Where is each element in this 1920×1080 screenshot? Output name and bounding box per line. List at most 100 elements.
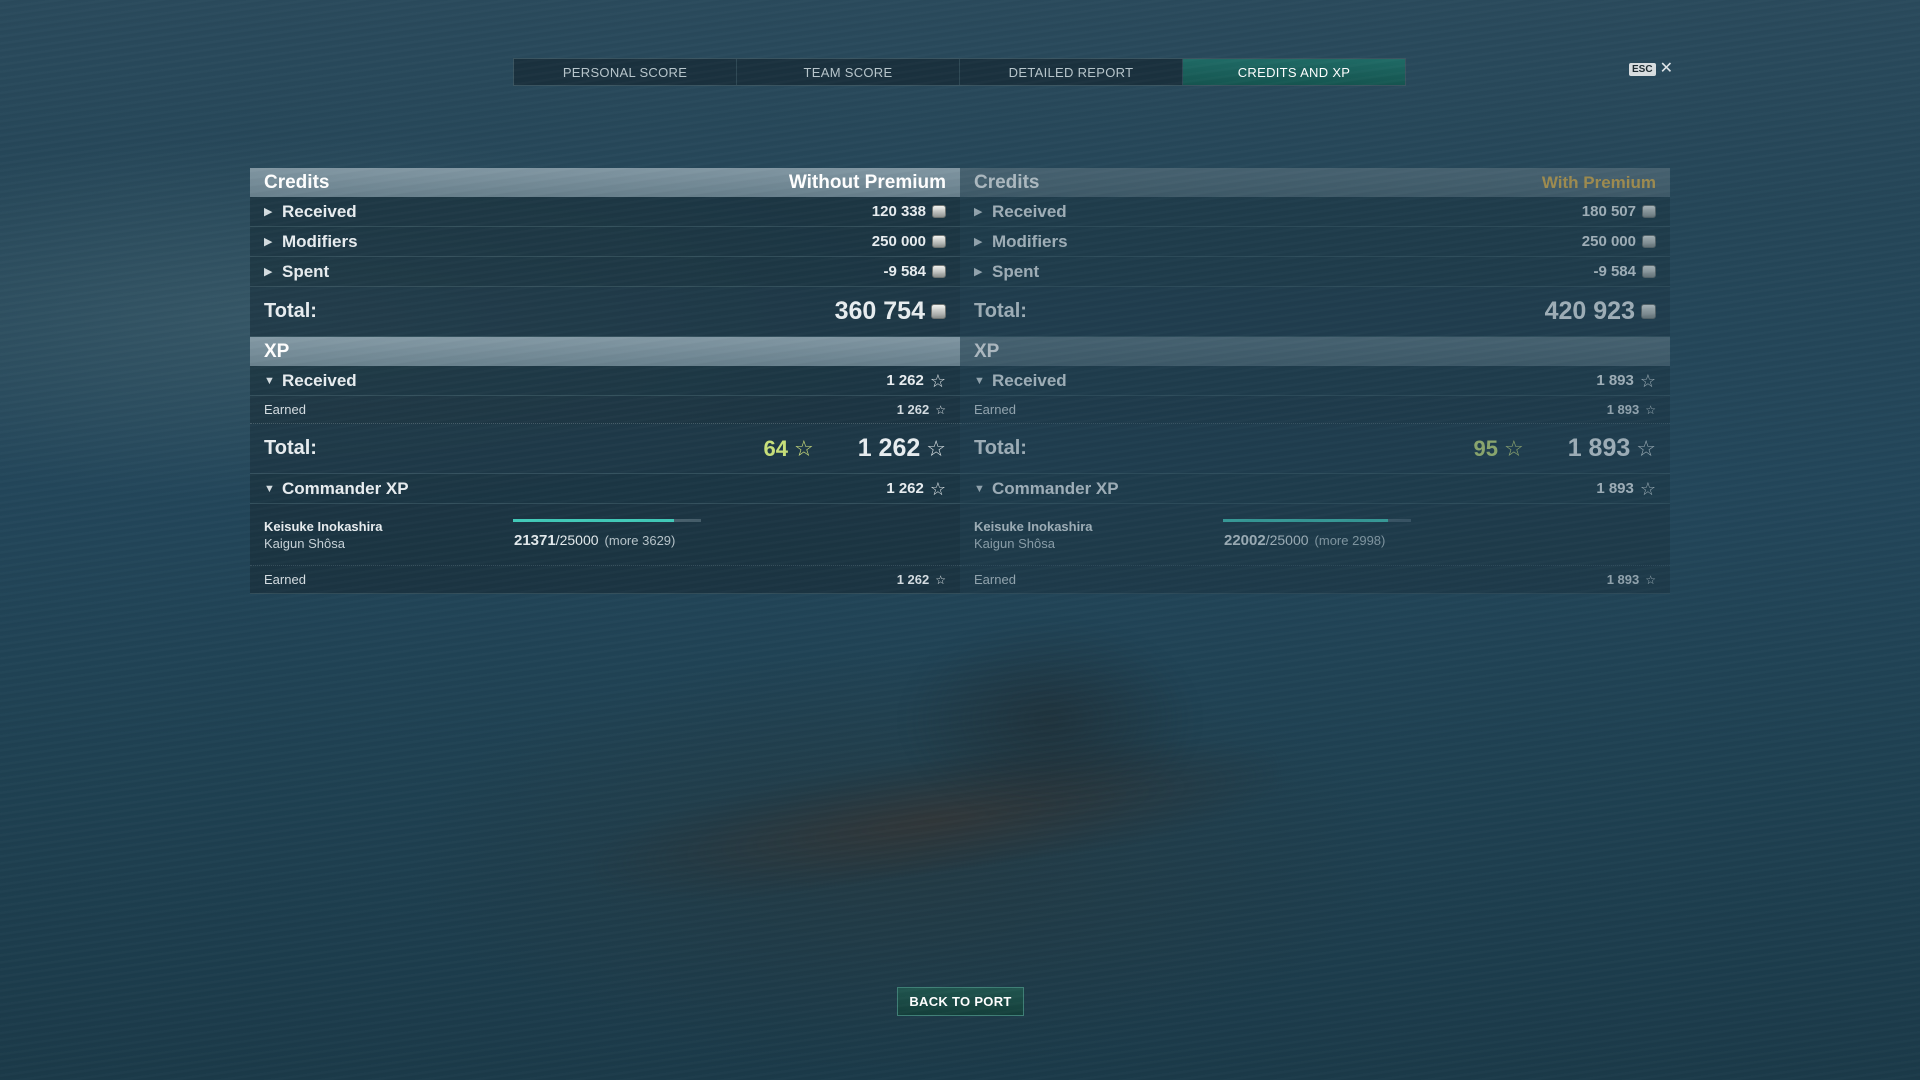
- credits-title: Credits: [264, 171, 330, 193]
- earned-value: 1 262: [896, 402, 930, 417]
- commander-progress-bar: [513, 519, 701, 522]
- results-tabs: PERSONAL SCORE TEAM SCORE DETAILED REPOR…: [513, 58, 1406, 86]
- row-label: Received: [282, 370, 357, 390]
- progress-max: /25000: [555, 532, 599, 548]
- earned-label: Earned: [974, 572, 1016, 587]
- tab-team-score[interactable]: TEAM SCORE: [737, 59, 960, 85]
- commander-block: Keisuke Inokashira Kaigun Shôsa 21371/25…: [250, 504, 960, 594]
- row-label: Spent: [992, 261, 1040, 281]
- row-value: 250 000: [871, 233, 926, 250]
- credits-title: Credits: [974, 171, 1040, 193]
- free-xp-value: 64: [763, 435, 788, 461]
- chevron-right-icon: ▶: [974, 266, 983, 278]
- progress-fill: [1223, 519, 1389, 522]
- xp-total-value: 1 262: [857, 434, 921, 462]
- xp-row-received[interactable]: ▼ Received 1 893 ☆: [960, 366, 1670, 396]
- xp-header: XP: [960, 337, 1670, 366]
- credits-header: Credits Without Premium: [250, 168, 960, 197]
- credits-total-value: 360 754: [834, 297, 925, 325]
- back-to-port-button[interactable]: BACK TO PORT: [897, 987, 1024, 1016]
- earned-value: 1 893: [1606, 572, 1640, 587]
- credits-coin-icon: [1642, 205, 1656, 218]
- credits-coin-icon: [1641, 304, 1656, 319]
- free-xp-star-icon: ☆: [793, 435, 814, 461]
- xp-total-value: 1 893: [1567, 434, 1631, 462]
- credits-total-row: Total: 420 923: [960, 287, 1670, 337]
- row-label: Spent: [282, 261, 330, 281]
- progress-more: (more 3629): [604, 533, 676, 548]
- credits-coin-icon: [932, 235, 946, 248]
- row-value: 1 262: [886, 480, 924, 497]
- credits-coin-icon: [1642, 235, 1656, 248]
- progress-fill: [513, 519, 674, 522]
- row-value: 1 893: [1596, 480, 1634, 497]
- total-label: Total:: [264, 437, 317, 459]
- row-value: 1 893: [1596, 372, 1634, 389]
- credits-total-row: Total: 360 754: [250, 287, 960, 337]
- xp-star-icon: ☆: [1645, 402, 1656, 417]
- chevron-down-icon: ▼: [974, 374, 985, 387]
- row-value: 120 338: [871, 203, 926, 220]
- chevron-down-icon: ▼: [974, 482, 985, 495]
- tab-detailed-report[interactable]: DETAILED REPORT: [960, 59, 1183, 85]
- row-label: Modifiers: [992, 231, 1068, 251]
- row-label: Received: [282, 201, 357, 221]
- premium-label: Without Premium: [788, 171, 946, 193]
- row-label: Received: [992, 370, 1067, 390]
- row-value: 180 507: [1581, 203, 1636, 220]
- progress-current: 22002: [1224, 532, 1266, 549]
- chevron-right-icon: ▶: [264, 206, 273, 218]
- progress-current: 21371: [514, 532, 556, 549]
- xp-title: XP: [974, 340, 1000, 362]
- xp-header: XP: [250, 337, 960, 366]
- close-button[interactable]: ESC ✕: [1629, 60, 1673, 77]
- xp-earned-row: Earned 1 262 ☆: [250, 396, 960, 424]
- row-value: 1 262: [886, 372, 924, 389]
- commander-progress-text: 22002/25000 (more 2998): [1224, 532, 1385, 549]
- earned-value: 1 262: [896, 572, 930, 587]
- commander-earned-row: Earned 1 262 ☆: [250, 565, 960, 593]
- close-icon: ✕: [1659, 60, 1673, 77]
- credits-total-value: 420 923: [1544, 297, 1635, 325]
- with-premium-panel: Credits With Premium ▶ Received 180 507 ▶…: [960, 168, 1670, 594]
- xp-total-row: Total: 95 ☆ 1 893 ☆: [960, 424, 1670, 474]
- free-xp-star-icon: ☆: [1503, 435, 1524, 461]
- earned-value: 1 893: [1606, 402, 1640, 417]
- credits-row-received[interactable]: ▶ Received 180 507: [960, 197, 1670, 227]
- credits-row-modifiers[interactable]: ▶ Modifiers 250 000: [960, 227, 1670, 257]
- credits-row-received[interactable]: ▶ Received 120 338: [250, 197, 960, 227]
- xp-star-icon: ☆: [1639, 370, 1656, 391]
- earned-label: Earned: [264, 402, 306, 417]
- total-label: Total:: [974, 437, 1027, 459]
- commander-xp-row[interactable]: ▼ Commander XP 1 262 ☆: [250, 474, 960, 504]
- xp-row-received[interactable]: ▼ Received 1 262 ☆: [250, 366, 960, 396]
- commander-progress-bar: [1223, 519, 1411, 522]
- credits-row-spent[interactable]: ▶ Spent -9 584: [960, 257, 1670, 287]
- row-value: -9 584: [883, 263, 926, 280]
- xp-star-icon: ☆: [929, 478, 946, 499]
- xp-star-icon: ☆: [1636, 435, 1656, 461]
- row-value: -9 584: [1593, 263, 1636, 280]
- chevron-right-icon: ▶: [974, 206, 983, 218]
- tab-credits-and-xp[interactable]: CREDITS AND XP: [1183, 59, 1405, 85]
- xp-star-icon: ☆: [1639, 478, 1656, 499]
- chevron-right-icon: ▶: [264, 236, 273, 248]
- chevron-right-icon: ▶: [264, 266, 273, 278]
- credits-row-modifiers[interactable]: ▶ Modifiers 250 000: [250, 227, 960, 257]
- free-xp-value: 95: [1473, 435, 1498, 461]
- credits-row-spent[interactable]: ▶ Spent -9 584: [250, 257, 960, 287]
- commander-xp-row[interactable]: ▼ Commander XP 1 893 ☆: [960, 474, 1670, 504]
- row-label: Modifiers: [282, 231, 358, 251]
- row-label: Received: [992, 201, 1067, 221]
- chevron-down-icon: ▼: [264, 374, 275, 387]
- esc-key-label: ESC: [1629, 62, 1656, 76]
- total-label: Total:: [264, 300, 317, 322]
- xp-star-icon: ☆: [935, 572, 946, 587]
- credits-coin-icon: [932, 205, 946, 218]
- progress-more: (more 2998): [1314, 533, 1386, 548]
- commander-rank: Kaigun Shôsa: [264, 536, 345, 551]
- without-premium-panel: Credits Without Premium ▶ Received 120 33…: [250, 168, 960, 594]
- xp-total-row: Total: 64 ☆ 1 262 ☆: [250, 424, 960, 474]
- tab-personal-score[interactable]: PERSONAL SCORE: [514, 59, 737, 85]
- commander-name: Keisuke Inokashira: [264, 519, 383, 534]
